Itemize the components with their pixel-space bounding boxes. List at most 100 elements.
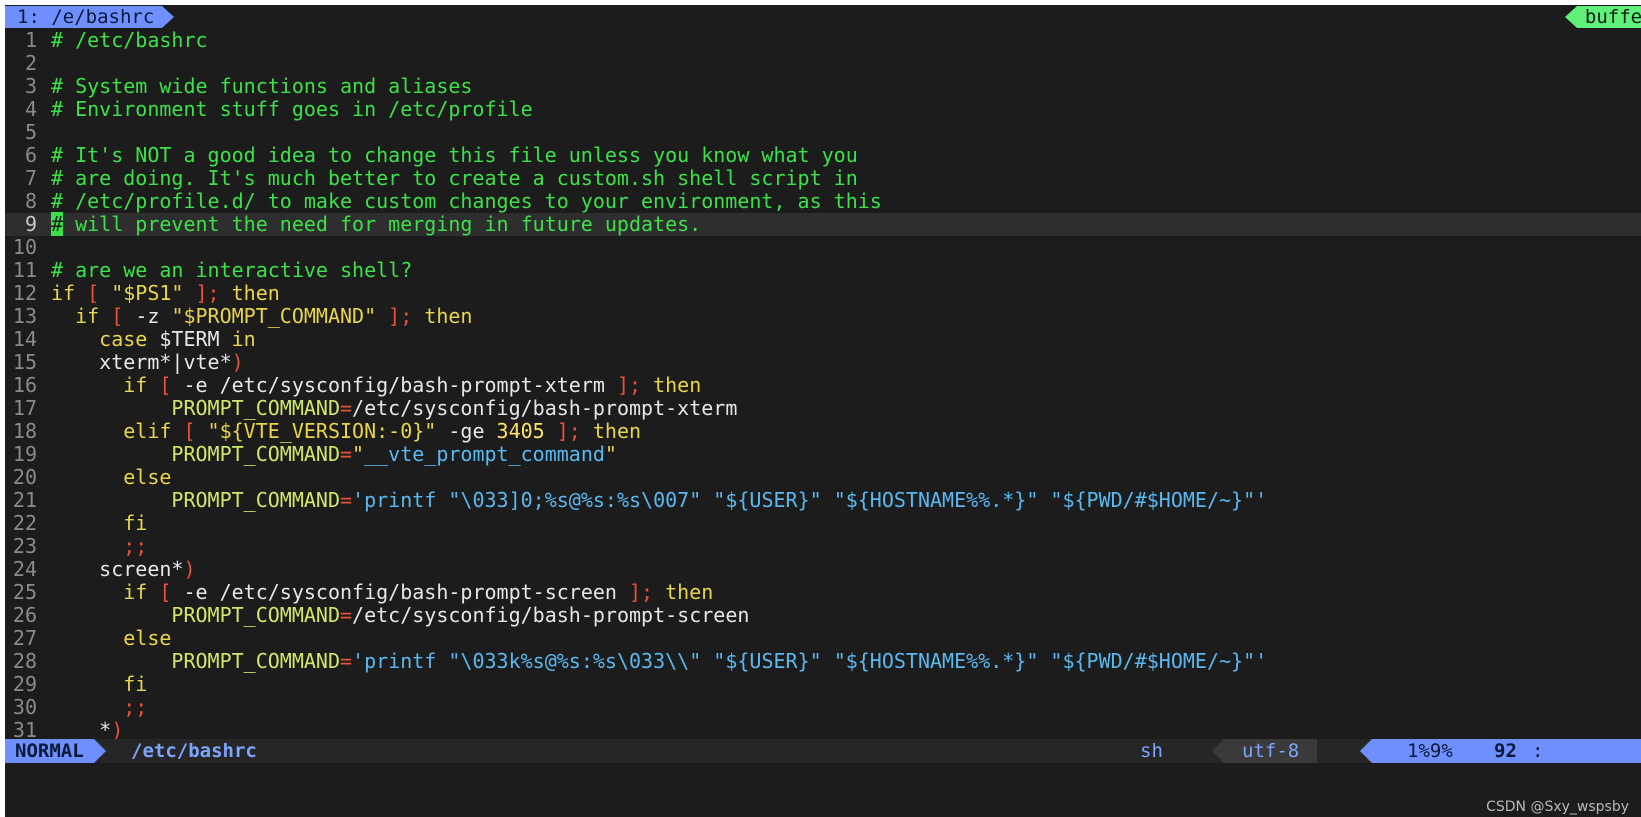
code-token: # It's NOT a good idea to change this fi…	[51, 143, 858, 167]
code-line[interactable]: 8 # /etc/profile.d/ to make custom change…	[5, 190, 1641, 213]
code-token: # are we an interactive shell?	[51, 258, 413, 282]
code-line[interactable]: 20 else	[5, 466, 1641, 489]
line-number: 29	[12, 672, 37, 696]
line-number: 11	[12, 258, 37, 282]
code-token: ;;	[123, 534, 148, 558]
watermark: CSDN @Sxy_wspsby	[1486, 799, 1629, 815]
code-token: # Environment stuff goes in /etc/profile	[51, 97, 533, 121]
code-token: =	[340, 603, 353, 627]
code-token: fi	[123, 511, 148, 535]
code-token: PROMPT_COMMAND	[171, 649, 340, 673]
code-token: # System wide functions and aliases	[51, 74, 473, 98]
line-text: ;;	[51, 696, 147, 719]
line-number: 25	[12, 580, 37, 604]
code-token: $TERM	[147, 327, 232, 351]
code-token: if	[51, 281, 76, 305]
code-line[interactable]: 4 # Environment stuff goes in /etc/profil…	[5, 98, 1641, 121]
code-token: then	[653, 373, 702, 397]
line-text: PROMPT_COMMAND='printf "\033]0;%s@%s:%s\…	[51, 489, 1267, 512]
code-token: )	[183, 557, 196, 581]
code-line[interactable]: 13 if [ -z "$PROMPT_COMMAND" ]; then	[5, 305, 1641, 328]
line-number: 8	[24, 189, 37, 213]
code-line[interactable]: 1 # /etc/bashrc	[5, 29, 1641, 52]
code-token: =	[340, 488, 353, 512]
line-text: # are doing. It's much better to create …	[51, 167, 858, 190]
code-token: else	[123, 626, 172, 650]
line-text: ;;	[51, 535, 147, 558]
code-token: xterm*|vte*	[51, 350, 232, 374]
code-line[interactable]: 9 # will prevent the need for merging in …	[5, 212, 1641, 236]
code-line[interactable]: 23 ;;	[5, 535, 1641, 558]
line-text: if [ -z "$PROMPT_COMMAND" ]; then	[51, 305, 472, 328]
code-token: "	[604, 442, 617, 466]
line-number: 1	[24, 28, 37, 52]
code-line[interactable]: 3 # System wide functions and aliases	[5, 75, 1641, 98]
tabline: 1: /e/bashrc buffers	[5, 5, 1641, 29]
code-line[interactable]: 15 xterm*|vte*)	[5, 351, 1641, 374]
code-token: PROMPT_COMMAND	[171, 603, 340, 627]
line-number: 5	[24, 120, 37, 144]
code-line[interactable]: 14 case $TERM in	[5, 328, 1641, 351]
status-encoding: utf-8	[1211, 739, 1318, 763]
code-token: 3405	[496, 419, 545, 443]
code-line[interactable]: 12 if [ "$PS1" ]; then	[5, 282, 1641, 305]
code-token: then	[665, 580, 714, 604]
status-col-separator: :	[1532, 740, 1544, 762]
buffers-label[interactable]: buffers	[1564, 6, 1641, 28]
status-line-number: 92	[1494, 740, 1517, 762]
code-line[interactable]: 5	[5, 121, 1641, 144]
code-line[interactable]: 16 if [ -e /etc/sysconfig/bash-prompt-xt…	[5, 374, 1641, 397]
code-line[interactable]: 25 if [ -e /etc/sysconfig/bash-prompt-sc…	[5, 581, 1641, 604]
code-line[interactable]: 27 else	[5, 627, 1641, 650]
code-token: 'printf "\033k%s@%s:%s\033\\" "${USER}" …	[352, 649, 1268, 673]
code-line[interactable]: 7 # are doing. It's much better to create…	[5, 167, 1641, 190]
code-line[interactable]: 24 screen*)	[5, 558, 1641, 581]
command-line[interactable]	[5, 763, 1641, 817]
status-filetype: sh	[1140, 740, 1163, 762]
line-number: 10	[12, 235, 37, 259]
code-token: =	[340, 442, 353, 466]
code-token: ];	[544, 419, 593, 443]
line-number: 6	[24, 143, 37, 167]
code-line[interactable]: 19 PROMPT_COMMAND="__vte_prompt_command"	[5, 443, 1641, 466]
code-line[interactable]: 26 PROMPT_COMMAND=/etc/sysconfig/bash-pr…	[5, 604, 1641, 627]
code-line[interactable]: 6 # It's NOT a good idea to change this f…	[5, 144, 1641, 167]
code-token: ;;	[123, 695, 148, 719]
line-text: # /etc/profile.d/ to make custom changes…	[51, 190, 882, 213]
code-line[interactable]: 18 elif [ "${VTE_VERSION:-0}" -ge 3405 ]…	[5, 420, 1641, 443]
code-line[interactable]: 10	[5, 236, 1641, 259]
code-line[interactable]: 28 PROMPT_COMMAND='printf "\033k%s@%s:%s…	[5, 650, 1641, 673]
code-line[interactable]: 22 fi	[5, 512, 1641, 535]
line-text: screen*)	[51, 557, 196, 581]
line-number: 20	[12, 465, 37, 489]
editor-buffer[interactable]: 1 # /etc/bashrc 2 3 # System wide functions …	[5, 29, 1641, 742]
line-number: 15	[12, 350, 37, 374]
statusline: NORMAL /etc/bashrc sh utf-8 1%9% 92 :	[5, 739, 1641, 763]
line-text: PROMPT_COMMAND="__vte_prompt_command"	[51, 443, 617, 466]
code-token: __vte_prompt_command	[364, 442, 605, 466]
code-token: ];	[183, 281, 232, 305]
line-number: 17	[12, 396, 37, 420]
code-token: [	[147, 373, 184, 397]
code-line[interactable]: 29 fi	[5, 673, 1641, 696]
status-position: 1%9% 92 :	[1360, 739, 1641, 763]
line-number: 16	[12, 373, 37, 397]
line-text: case $TERM in	[51, 328, 256, 351]
code-line[interactable]: 30 ;;	[5, 696, 1641, 719]
line-number: 24	[12, 557, 37, 581]
line-number: 7	[24, 166, 37, 190]
code-line[interactable]: 21 PROMPT_COMMAND='printf "\033]0;%s@%s:…	[5, 489, 1641, 512]
code-line[interactable]: 17 PROMPT_COMMAND=/etc/sysconfig/bash-pr…	[5, 397, 1641, 420]
code-line[interactable]: 11 # are we an interactive shell?	[5, 259, 1641, 282]
tab-bashrc[interactable]: 1: /e/bashrc	[5, 6, 175, 28]
code-line[interactable]: 2	[5, 52, 1641, 75]
